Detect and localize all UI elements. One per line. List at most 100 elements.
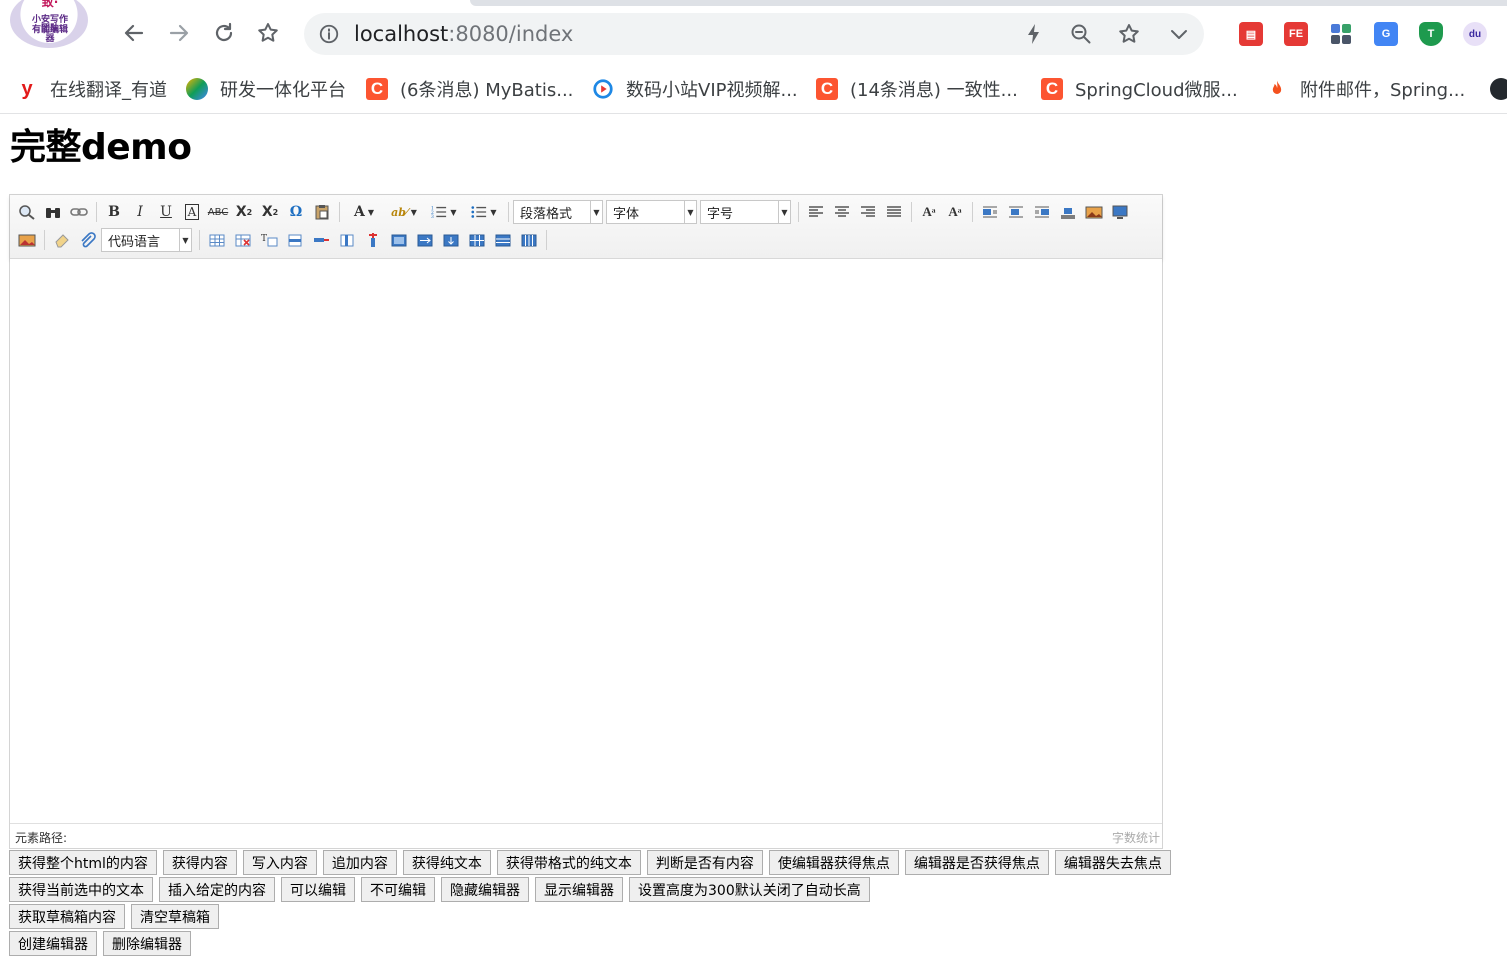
bookmark-youdao[interactable]: y 在线翻译_有道 xyxy=(16,76,167,102)
set-enabled-button[interactable]: 可以编辑 xyxy=(281,877,355,902)
get-selected-text-button[interactable]: 获得当前选中的文本 xyxy=(9,877,153,902)
bookmark-video[interactable]: 数码小站VIP视频解... xyxy=(592,76,798,102)
align-justify-button[interactable] xyxy=(881,200,907,224)
bold-button[interactable]: B xyxy=(101,200,127,224)
get-content-button[interactable]: 获得内容 xyxy=(162,850,237,875)
split-cells-button[interactable] xyxy=(464,228,490,252)
strikethrough-button[interactable]: ABC xyxy=(205,200,231,224)
merge-down-button[interactable] xyxy=(438,228,464,252)
align-left-icon xyxy=(809,206,823,217)
attachment-button[interactable] xyxy=(75,228,101,252)
insert-image-button[interactable] xyxy=(1081,200,1107,224)
is-focused-button[interactable]: 编辑器是否获得焦点 xyxy=(904,850,1049,875)
font-border-button[interactable]: A xyxy=(179,200,205,224)
binoculars-icon xyxy=(46,208,60,218)
font-size-select[interactable]: 字号 ▼ xyxy=(700,200,791,224)
create-editor-button[interactable]: 创建编辑器 xyxy=(9,931,97,956)
bookmark-csdn-springcloud[interactable]: C SpringCloud微服... xyxy=(1041,76,1238,102)
zoom-icon[interactable] xyxy=(1069,22,1093,46)
uppercase-button[interactable]: Aͣ xyxy=(916,200,942,224)
image-none-button[interactable] xyxy=(977,200,1003,224)
set-blur-button[interactable]: 编辑器失去焦点 xyxy=(1054,850,1171,875)
address-bar[interactable]: localhost:8080/index xyxy=(304,13,1204,55)
paragraph-format-select[interactable]: 段落格式 ▼ xyxy=(513,200,603,224)
extension-fe-icon[interactable]: FE xyxy=(1284,22,1308,46)
editor-content-area[interactable] xyxy=(10,259,1162,823)
ordered-list-dropdown[interactable]: 1 2 3 ▼ xyxy=(424,200,464,224)
highlight-color-dropdown[interactable]: ab⁄ ▼ xyxy=(384,200,424,224)
set-focus-button[interactable]: 使编辑器获得焦点 xyxy=(768,850,899,875)
insert-image-2-button[interactable] xyxy=(14,228,40,252)
bookmark-platform[interactable]: 研发一体化平台 xyxy=(186,76,346,102)
align-left-button[interactable] xyxy=(803,200,829,224)
reload-button[interactable] xyxy=(209,18,239,48)
delete-column-button[interactable] xyxy=(360,228,386,252)
insert-html-button[interactable]: 插入给定的内容 xyxy=(159,877,275,902)
clear-draft-button[interactable]: 清空草稿箱 xyxy=(131,904,219,929)
insert-row-button[interactable] xyxy=(282,228,308,252)
special-chars-button[interactable]: Ω xyxy=(283,200,309,224)
get-plain-text-button[interactable]: 获得纯文本 xyxy=(402,850,491,875)
lightning-icon[interactable] xyxy=(1022,22,1046,46)
extension-translate-icon[interactable]: G xyxy=(1374,22,1398,46)
emotion-button[interactable] xyxy=(49,228,75,252)
bookmark-github[interactable] xyxy=(1490,76,1507,102)
hide-editor-button[interactable]: 隐藏编辑器 xyxy=(441,877,529,902)
delete-editor-button[interactable]: 删除编辑器 xyxy=(103,931,191,956)
show-editor-button[interactable]: 显示编辑器 xyxy=(535,877,623,902)
font-color-dropdown[interactable]: A ▼ xyxy=(344,200,384,224)
lowercase-button[interactable]: Aͣ xyxy=(942,200,968,224)
search-replace-button[interactable] xyxy=(40,200,66,224)
split-rows-button[interactable] xyxy=(490,228,516,252)
bookmark-page-star-icon[interactable] xyxy=(1117,22,1141,46)
insert-column-button[interactable] xyxy=(334,228,360,252)
set-height-button[interactable]: 设置高度为300默认关闭了自动长高 xyxy=(629,877,870,902)
delete-table-button[interactable] xyxy=(230,228,256,252)
paste-plain-button[interactable] xyxy=(309,200,335,224)
align-right-button[interactable] xyxy=(855,200,881,224)
unordered-list-dropdown[interactable]: ▼ xyxy=(464,200,504,224)
get-formatted-plain-text-button[interactable]: 获得带格式的纯文本 xyxy=(496,850,641,875)
tab-favicon[interactable]: 致· 小安写作团队 有能编辑器 xyxy=(10,0,88,48)
get-all-html-button[interactable]: 获得整个html的内容 xyxy=(9,850,157,875)
image-center-button[interactable] xyxy=(1055,200,1081,224)
url-text[interactable]: localhost:8080/index xyxy=(354,22,573,46)
get-draft-button[interactable]: 获取草稿箱内容 xyxy=(9,904,125,929)
extension-shield-icon[interactable]: T xyxy=(1419,22,1443,46)
bookmark-csdn-consistency[interactable]: C (14条消息) 一致性... xyxy=(816,76,1018,102)
table-icon xyxy=(209,234,225,247)
italic-button[interactable]: I xyxy=(127,200,153,224)
subscript-button[interactable]: X2 xyxy=(257,200,283,224)
extension-printer-icon[interactable]: ▤ xyxy=(1239,22,1263,46)
align-center-button[interactable] xyxy=(829,200,855,224)
link-button[interactable] xyxy=(66,200,92,224)
bookmark-csdn-mybatis[interactable]: C (6条消息) MyBatis... xyxy=(366,76,573,102)
extension-apps-icon[interactable] xyxy=(1329,22,1353,46)
forward-button[interactable] xyxy=(164,18,194,48)
image-left-button[interactable] xyxy=(1003,200,1029,224)
append-content-button[interactable]: 追加内容 xyxy=(322,850,397,875)
set-content-button[interactable]: 写入内容 xyxy=(242,850,317,875)
info-icon[interactable] xyxy=(318,23,340,45)
image-center-icon xyxy=(1061,208,1075,219)
font-family-select[interactable]: 字体 ▼ xyxy=(606,200,697,224)
bookmark-star-button[interactable] xyxy=(253,18,283,48)
insert-caption-button[interactable]: T xyxy=(256,228,282,252)
has-content-button[interactable]: 判断是否有内容 xyxy=(646,850,763,875)
split-columns-button[interactable] xyxy=(516,228,542,252)
preview-button[interactable] xyxy=(14,200,40,224)
insert-table-button[interactable] xyxy=(204,228,230,252)
merge-cells-button[interactable] xyxy=(386,228,412,252)
underline-button[interactable]: U xyxy=(153,200,179,224)
bookmark-mail[interactable]: 附件邮件，Spring... xyxy=(1266,76,1465,102)
back-button[interactable] xyxy=(119,18,149,48)
set-disabled-button[interactable]: 不可编辑 xyxy=(361,877,435,902)
superscript-button[interactable]: X2 xyxy=(231,200,257,224)
delete-row-button[interactable] xyxy=(308,228,334,252)
image-right-button[interactable] xyxy=(1029,200,1055,224)
extension-du-icon[interactable]: du xyxy=(1463,22,1487,46)
fullscreen-button[interactable] xyxy=(1107,200,1133,224)
merge-right-button[interactable] xyxy=(412,228,438,252)
chevron-down-icon[interactable] xyxy=(1167,22,1191,46)
code-language-select[interactable]: 代码语言 ▼ xyxy=(101,228,192,252)
